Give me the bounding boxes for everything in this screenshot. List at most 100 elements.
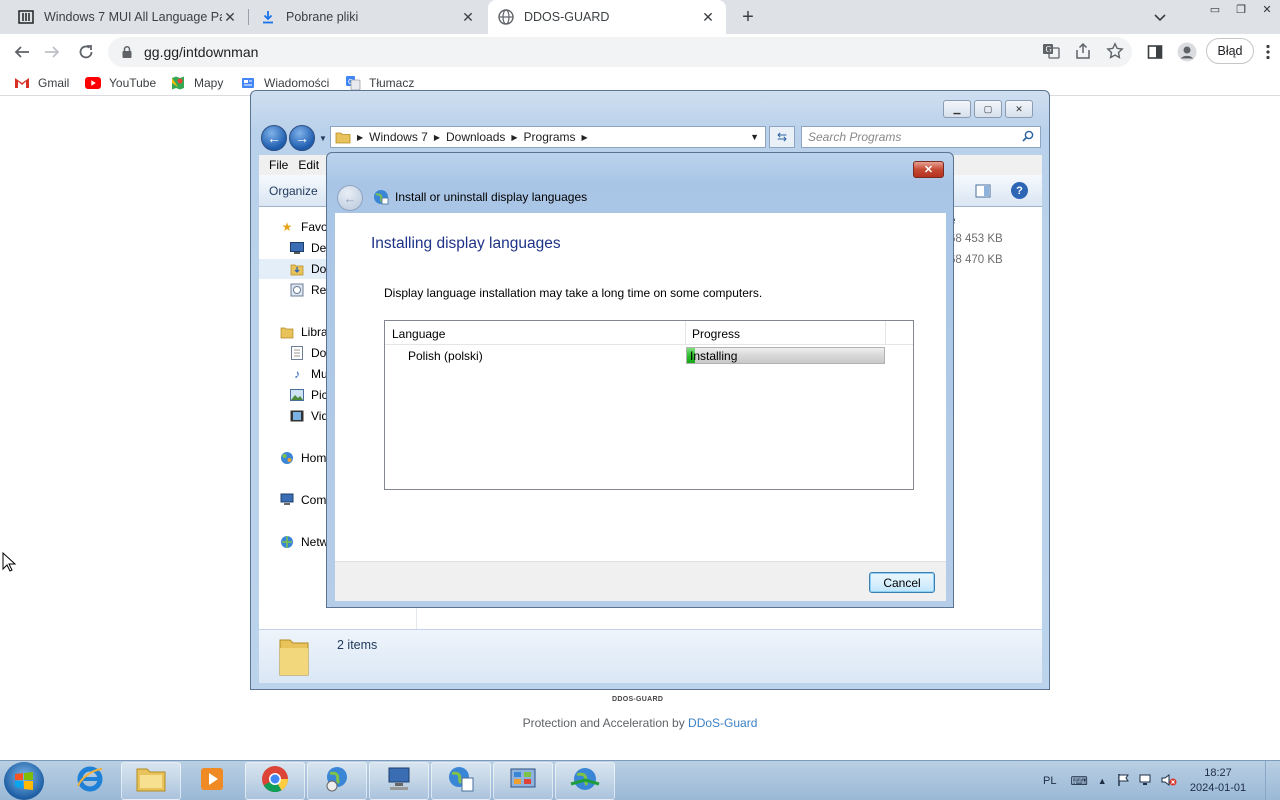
- error-button[interactable]: Błąd: [1206, 38, 1254, 64]
- dialog-title: Install or uninstall display languages: [373, 188, 587, 206]
- menu-file[interactable]: File: [269, 158, 288, 172]
- explorer-search-input[interactable]: Search Programs: [801, 126, 1041, 148]
- taskbar-internet-explorer[interactable]: [60, 762, 120, 800]
- nav-network[interactable]: Netw: [279, 532, 328, 552]
- dialog-back-button[interactable]: ←: [337, 185, 363, 211]
- tab-search-icon[interactable]: [1150, 8, 1170, 28]
- maximize-icon[interactable]: ▢: [974, 100, 1002, 118]
- new-tab-button[interactable]: +: [736, 5, 760, 29]
- side-panel-icon[interactable]: [1145, 42, 1165, 62]
- maps-icon: [170, 75, 186, 91]
- tab-close-icon[interactable]: ✕: [700, 9, 716, 25]
- tab-pobrane-pliki[interactable]: Pobrane pliki ✕: [250, 0, 486, 34]
- system-tray: PL ⌨ ▲: [1043, 761, 1177, 800]
- taskbar-globe-document[interactable]: [431, 762, 491, 800]
- bookmark-youtube[interactable]: YouTube: [85, 73, 156, 93]
- cancel-button[interactable]: Cancel: [869, 572, 935, 593]
- share-icon[interactable]: [1074, 42, 1092, 60]
- nav-homegroup[interactable]: Hom: [279, 448, 326, 468]
- explorer-address-bar[interactable]: ▶ Windows 7 ▶ Downloads ▶ Programs ▶ ▼: [330, 126, 766, 148]
- breadcrumb-arrow-icon[interactable]: ▶: [582, 133, 588, 142]
- star-icon: ★: [281, 220, 293, 234]
- taskbar-globe-clock[interactable]: [307, 762, 367, 800]
- taskbar-globe-arrow[interactable]: [555, 762, 615, 800]
- bookmark-maps[interactable]: Mapy: [170, 73, 223, 93]
- taskbar-chrome[interactable]: [245, 762, 305, 800]
- column-progress[interactable]: Progress: [692, 327, 740, 341]
- profile-avatar[interactable]: [1177, 42, 1197, 62]
- bookmark-label: Mapy: [194, 76, 224, 90]
- language-name: Polish (polski): [408, 349, 483, 363]
- close-icon[interactable]: ✕: [1005, 100, 1033, 118]
- tab-ddos-guard[interactable]: DDOS-GUARD ✕: [488, 0, 726, 34]
- bookmark-gmail[interactable]: Gmail: [14, 73, 69, 93]
- forward-button[interactable]: [38, 38, 66, 66]
- keyboard-icon[interactable]: ⌨: [1070, 774, 1087, 788]
- input-language[interactable]: PL: [1043, 775, 1056, 787]
- gmail-icon: [14, 75, 30, 91]
- clock-time: 18:27: [1204, 767, 1232, 779]
- recent-pages-dropdown-icon[interactable]: ▼: [319, 134, 327, 143]
- explorer-forward-button[interactable]: →: [289, 125, 315, 151]
- reload-button[interactable]: [72, 38, 100, 66]
- explorer-back-button[interactable]: ←: [261, 125, 287, 151]
- close-icon[interactable]: ✕: [1254, 0, 1280, 18]
- minimize-icon[interactable]: ▁: [943, 100, 971, 118]
- address-dropdown-icon[interactable]: ▼: [750, 132, 759, 142]
- volume-muted-icon[interactable]: [1161, 773, 1177, 790]
- taskbar-media-player[interactable]: [182, 762, 242, 800]
- control-panel-icon: [508, 764, 538, 799]
- dialog-close-button[interactable]: ✕: [913, 161, 944, 178]
- breadcrumb-downloads[interactable]: Downloads: [446, 130, 505, 144]
- bookmark-star-icon[interactable]: [1106, 42, 1124, 60]
- tab-title: Pobrane pliki: [286, 10, 359, 24]
- tab-close-icon[interactable]: ✕: [460, 9, 476, 25]
- menu-kebab-icon[interactable]: [1258, 42, 1278, 62]
- lock-icon[interactable]: [120, 45, 134, 59]
- organize-button[interactable]: Organize: [269, 184, 318, 198]
- list-item[interactable]: Polish (polski) Installing: [385, 345, 913, 367]
- show-hidden-icons-icon[interactable]: ▲: [1098, 776, 1107, 786]
- internet-explorer-icon: [75, 764, 105, 799]
- address-bar[interactable]: gg.gg/intdownman: [108, 37, 1132, 67]
- breadcrumb-arrow-icon[interactable]: ▶: [434, 133, 440, 142]
- refresh-icon[interactable]: ⇆: [769, 126, 795, 148]
- globe-language-icon: [373, 189, 389, 205]
- nav-favorites[interactable]: ★ Favor: [279, 217, 332, 237]
- preview-pane-icon[interactable]: [975, 183, 991, 202]
- restore-icon[interactable]: ❐: [1228, 0, 1254, 18]
- globe-arrow-icon: [569, 764, 601, 799]
- nav-music[interactable]: ♪ Mu: [289, 364, 328, 384]
- breadcrumb-arrow-icon[interactable]: ▶: [357, 133, 363, 142]
- minimize-icon[interactable]: ▭: [1202, 0, 1228, 18]
- column-language[interactable]: Language: [392, 327, 445, 341]
- search-icon[interactable]: [1022, 130, 1034, 145]
- taskbar-computer-network[interactable]: [369, 762, 429, 800]
- breadcrumb-windows7[interactable]: Windows 7: [369, 130, 428, 144]
- translate-page-icon[interactable]: G: [1042, 42, 1060, 60]
- menu-edit[interactable]: Edit: [298, 158, 319, 172]
- show-desktop-button[interactable]: [1265, 761, 1280, 800]
- nav-libraries[interactable]: Libra: [279, 322, 328, 342]
- action-center-flag-icon[interactable]: [1117, 773, 1131, 790]
- breadcrumb-arrow-icon[interactable]: ▶: [511, 133, 517, 142]
- folder-icon: [335, 129, 351, 145]
- start-button[interactable]: [4, 762, 44, 800]
- taskbar-clock[interactable]: 18:27 2024-01-01: [1186, 766, 1250, 796]
- footer-link[interactable]: DDoS-Guard: [688, 716, 757, 730]
- back-button[interactable]: [8, 38, 36, 66]
- dialog-footer: Cancel: [335, 561, 946, 601]
- install-languages-dialog: ✕ ← Install or uninstall display languag…: [326, 152, 954, 608]
- taskbar-control-panel[interactable]: [493, 762, 553, 800]
- taskbar-explorer[interactable]: [121, 762, 181, 800]
- tab-close-icon[interactable]: ✕: [222, 9, 238, 25]
- nav-pictures[interactable]: Pict: [289, 385, 331, 405]
- bookmark-label: Wiadomości: [264, 76, 330, 90]
- breadcrumb-programs[interactable]: Programs: [524, 130, 576, 144]
- nav-videos[interactable]: Vid: [289, 406, 328, 426]
- help-icon[interactable]: ?: [1011, 182, 1028, 199]
- tab-windows7-mui[interactable]: Windows 7 MUI All Language Pa ✕: [8, 0, 248, 34]
- network-status-icon[interactable]: [1139, 773, 1153, 790]
- music-icon: ♪: [294, 367, 300, 381]
- nav-computer[interactable]: Com: [279, 490, 326, 510]
